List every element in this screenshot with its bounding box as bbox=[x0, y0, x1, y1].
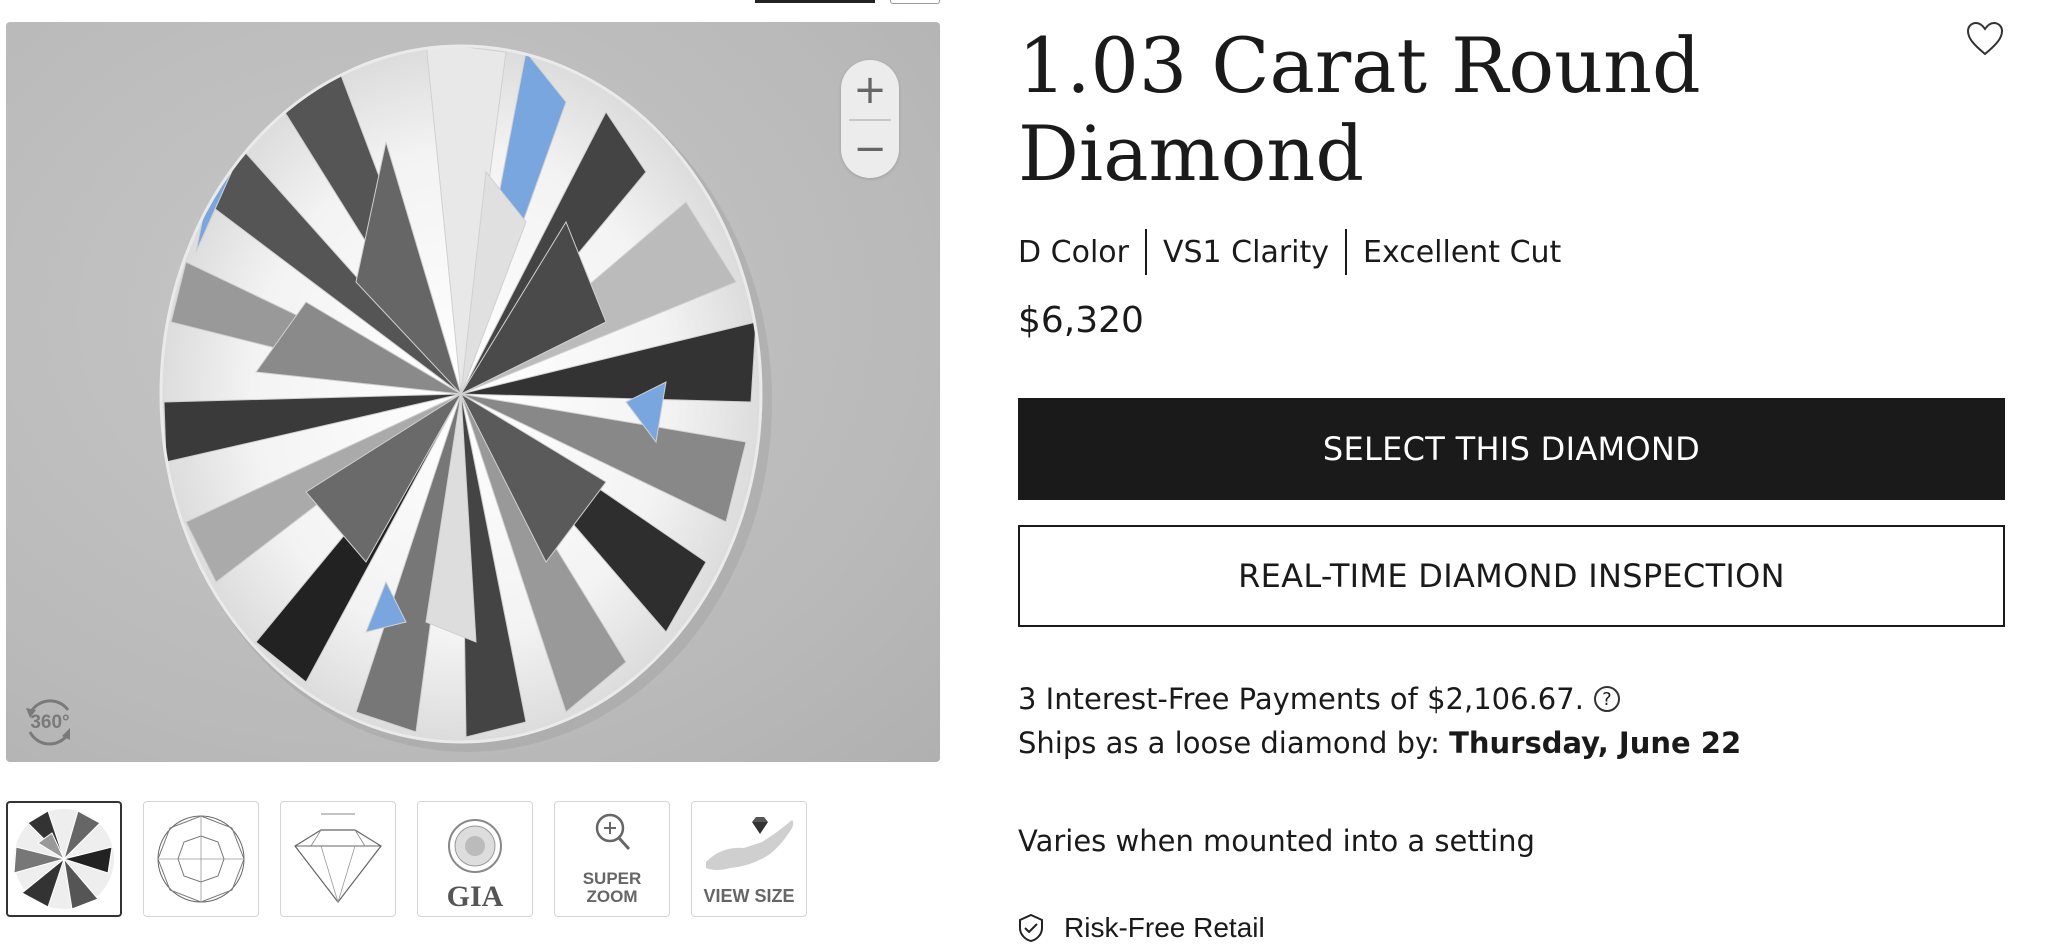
product-title-line1: 1.03 Carat Round bbox=[1018, 21, 1701, 110]
inspection-button[interactable]: REAL-TIME DIAMOND INSPECTION bbox=[1018, 525, 2005, 627]
top-link-underline bbox=[755, 0, 875, 3]
shipping-date: Thursday, June 22 bbox=[1449, 726, 1742, 760]
heart-icon[interactable] bbox=[1965, 20, 2005, 58]
thumb-super-zoom[interactable]: SUPER ZOOM bbox=[554, 801, 670, 917]
super-zoom-label: SUPER ZOOM bbox=[555, 870, 669, 906]
spec-clarity: VS1 Clarity bbox=[1162, 234, 1330, 270]
thumb-view-size[interactable]: VIEW SIZE bbox=[691, 801, 807, 917]
thumb-gia-certificate[interactable]: GIA bbox=[417, 801, 533, 917]
thumb-diamond-photo[interactable] bbox=[6, 801, 122, 917]
spec-color: D Color bbox=[1018, 234, 1129, 270]
product-price: $6,320 bbox=[1018, 300, 1144, 341]
shipping-note: Varies when mounted into a setting bbox=[1018, 824, 1535, 858]
super-zoom-label-line2: ZOOM bbox=[586, 887, 638, 906]
hand-with-diamond-icon bbox=[706, 817, 794, 870]
question-circle-icon[interactable]: ? bbox=[1593, 686, 1620, 712]
diamond-viewer[interactable]: + − 360° bbox=[6, 22, 940, 762]
magnifier-plus-icon bbox=[595, 813, 631, 851]
rotate-360-icon[interactable]: 360° bbox=[20, 692, 80, 752]
zoom-control: + − bbox=[841, 60, 899, 178]
gia-label: GIA bbox=[446, 880, 504, 913]
shipping-prefix: Ships as a loose diamond by: bbox=[1018, 726, 1440, 760]
diamond-thumb-icon bbox=[13, 809, 114, 910]
product-title-line2: Diamond bbox=[1018, 109, 1364, 198]
payment-info: 3 Interest-Free Payments of $2,106.67. ? bbox=[1018, 682, 1620, 716]
zoom-in-button[interactable]: + bbox=[841, 60, 899, 119]
top-view-diagram-icon bbox=[157, 815, 245, 903]
spec-cut: Excellent Cut bbox=[1363, 234, 1562, 270]
diamond-image bbox=[159, 44, 772, 752]
thumb-top-view-diagram[interactable] bbox=[143, 801, 259, 917]
side-profile-diagram-icon bbox=[294, 813, 382, 903]
diamond-specs: D Color VS1 Clarity Excellent Cut bbox=[1018, 228, 1577, 276]
view-size-label: VIEW SIZE bbox=[703, 886, 795, 906]
rotate-label: 360° bbox=[30, 712, 69, 733]
shipping-info: Ships as a loose diamond by: Thursday, J… bbox=[1018, 726, 1741, 760]
select-diamond-button[interactable]: SELECT THIS DIAMOND bbox=[1018, 398, 2005, 500]
thumb-side-profile-diagram[interactable] bbox=[280, 801, 396, 917]
risk-free-feature: Risk-Free Retail bbox=[1016, 912, 1265, 944]
zoom-out-button[interactable]: − bbox=[841, 119, 899, 178]
super-zoom-label-line1: SUPER bbox=[582, 869, 642, 888]
top-control-stub bbox=[890, 0, 940, 4]
risk-free-label: Risk-Free Retail bbox=[1064, 912, 1265, 943]
shield-check-icon bbox=[1019, 913, 1043, 943]
payment-text: 3 Interest-Free Payments of $2,106.67. bbox=[1018, 682, 1584, 716]
product-title: 1.03 Carat Round Diamond bbox=[1018, 22, 1718, 198]
